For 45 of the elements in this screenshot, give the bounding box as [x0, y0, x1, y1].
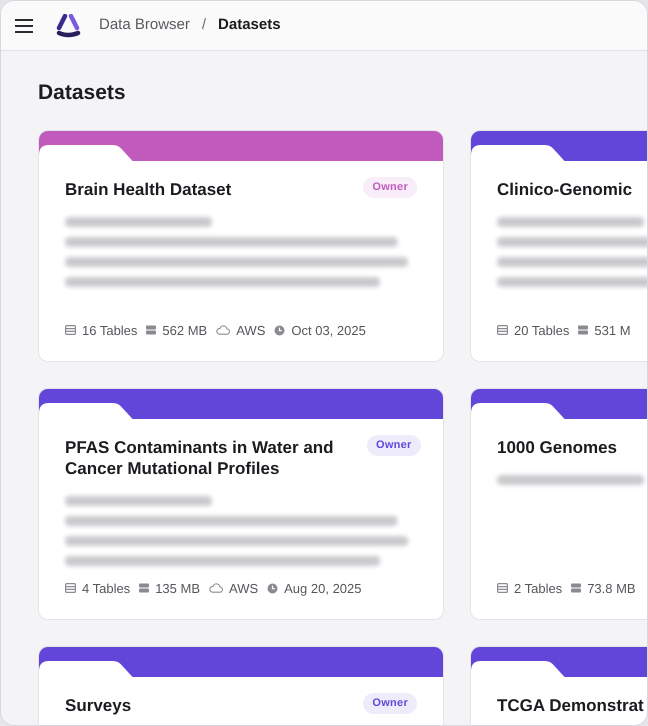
dataset-card[interactable]: Brain Health Dataset Owner 16 Tables 562 MB AWS Oct 03, 2025 — [38, 130, 444, 362]
dataset-card[interactable]: PFAS Contaminants in Water and Cancer Mutational Profiles Owner 4 Tables 135 MB AWS Aug 20, 2025 — [38, 388, 444, 620]
meta-text: 4 Tables — [82, 580, 130, 598]
meta-text: 562 MB — [162, 322, 208, 340]
dataset-title[interactable]: TCGA Demonstrat — [497, 695, 644, 716]
server-icon — [578, 325, 588, 336]
dataset-title[interactable]: 1000 Genomes — [497, 437, 618, 458]
logo-icon[interactable] — [55, 14, 82, 38]
meta-text: 531 M — [594, 322, 631, 340]
meta-text: 73.8 MB — [587, 580, 636, 598]
server-icon — [571, 583, 582, 594]
meta-text: AWS — [236, 322, 266, 340]
meta-text: 16 Tables — [82, 322, 138, 340]
cloud-icon — [209, 583, 223, 594]
meta-text: Oct 03, 2025 — [291, 322, 366, 340]
table-icon — [497, 583, 508, 594]
breadcrumb-separator: / — [200, 15, 208, 36]
server-icon — [146, 325, 156, 336]
page-title: Datasets — [38, 80, 127, 106]
dataset-card[interactable]: Clinico-Genomic 20 Tables 531 M — [470, 130, 647, 362]
clock-icon — [274, 324, 286, 336]
dataset-title[interactable]: Brain Health Dataset — [65, 179, 232, 200]
meta-text: 2 Tables — [514, 580, 562, 598]
dataset-card[interactable]: Surveys Owner — [38, 646, 444, 725]
meta-text: Aug 20, 2025 — [284, 580, 362, 598]
meta-text: 135 MB — [155, 580, 200, 598]
clock-icon — [267, 582, 278, 594]
dataset-card[interactable]: TCGA Demonstrat — [470, 646, 647, 725]
meta-text: 20 Tables — [514, 322, 570, 340]
dataset-title[interactable]: Clinico-Genomic — [497, 179, 632, 200]
meta-text: AWS — [229, 580, 258, 598]
breadcrumb-link[interactable]: Datasets — [218, 14, 281, 37]
owner-badge: Owner — [363, 177, 417, 198]
dataset-title[interactable]: PFAS Contaminants in Water and Cancer Mutational Profiles — [65, 437, 355, 479]
dataset-title[interactable]: Surveys — [65, 695, 132, 716]
cloud-icon — [216, 325, 230, 336]
table-icon — [497, 325, 508, 336]
dataset-card[interactable]: 1000 Genomes 2 Tables 73.8 MB — [470, 388, 647, 620]
table-icon — [65, 583, 76, 594]
owner-badge: Owner — [367, 435, 421, 456]
breadcrumb-link[interactable]: Data Browser — [99, 14, 190, 37]
table-icon — [65, 325, 76, 336]
owner-badge: Owner — [363, 693, 417, 714]
menu-icon[interactable] — [15, 18, 33, 32]
server-icon — [139, 583, 150, 594]
